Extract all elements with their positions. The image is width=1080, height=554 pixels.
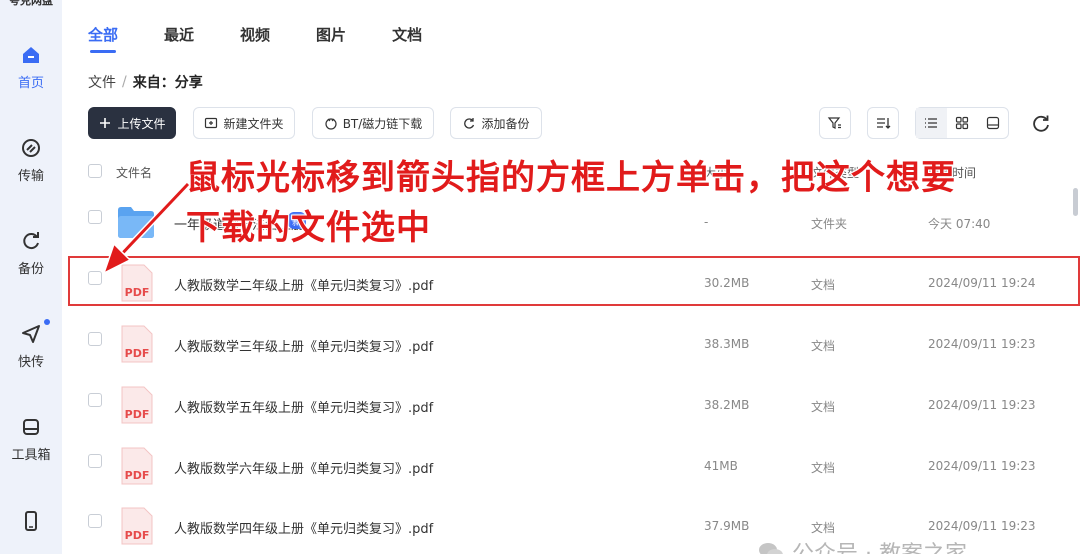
pdf-file-icon: PDF: [121, 386, 153, 424]
sidebar-item-home[interactable]: 首页: [0, 44, 62, 91]
plus-icon: [100, 118, 111, 128]
tab-document[interactable]: 文档: [392, 24, 422, 53]
pdf-file-icon: PDF: [121, 325, 153, 363]
sidebar-item-label: 首页: [17, 76, 44, 91]
file-type: 文档: [811, 521, 836, 535]
pdf-icon-label: PDF: [125, 408, 150, 421]
row-checkbox[interactable]: [88, 393, 102, 407]
file-name[interactable]: 人教版数学五年级上册《单元归类复习》.pdf: [174, 397, 433, 416]
breadcrumb: 文件 / 来自：分享: [88, 72, 203, 92]
sidebar-item-label: 工具箱: [11, 448, 51, 463]
list-icon: [925, 118, 938, 128]
tab-image[interactable]: 图片: [316, 24, 346, 53]
file-type: 文档: [811, 339, 836, 353]
instruction-annotation: 鼠标光标移到箭头指的方框上方单击，把这个想要 下载的文件选中: [185, 153, 1066, 253]
row-checkbox[interactable]: [88, 332, 102, 346]
home-icon: [23, 47, 39, 63]
watermark-text: 公众号 · 教案之家: [792, 536, 967, 554]
filter-icon: [827, 117, 841, 129]
folder-plus-icon: [205, 117, 218, 129]
file-name[interactable]: 人教版数学四年级上册《单元归类复习》.pdf: [174, 518, 433, 537]
grid-view-button[interactable]: [947, 108, 978, 138]
add-backup-button[interactable]: 添加备份: [450, 107, 542, 139]
breadcrumb-current: 来自：分享: [132, 75, 203, 91]
new-folder-button[interactable]: 新建文件夹: [193, 107, 295, 139]
file-name[interactable]: 人教版数学六年级上册《单元归类复习》.pdf: [174, 458, 433, 477]
sidebar-item-phone[interactable]: [0, 510, 62, 532]
sidebar-item-toolbox[interactable]: 工具箱: [0, 416, 62, 463]
select-all-checkbox[interactable]: [88, 164, 102, 178]
breadcrumb-root[interactable]: 文件: [88, 72, 116, 92]
view-mode-group: [915, 107, 1009, 139]
highlight-box: [68, 256, 1080, 306]
thumbnail-icon: [986, 116, 999, 130]
bt-download-button[interactable]: BT/磁力链下载: [312, 107, 434, 139]
app-title: 夸克网盘: [9, 0, 53, 7]
quick-send-icon: [22, 325, 40, 343]
table-row[interactable]: PDF 人教版数学三年级上册《单元归类复习》.pdf 38.3MB 文档 202…: [62, 314, 1072, 374]
table-row[interactable]: PDF 人教版数学六年级上册《单元归类复习》.pdf 41MB 文档 2024/…: [62, 436, 1072, 496]
pdf-icon-label: PDF: [125, 529, 150, 542]
file-time: 2024/09/11 19:23: [928, 398, 1036, 412]
notification-dot: [44, 319, 50, 325]
pdf-icon-label: PDF: [125, 347, 150, 360]
pdf-icon-label: PDF: [125, 469, 150, 482]
watermark: 公众号 · 教案之家: [758, 536, 967, 554]
sidebar-item-backup[interactable]: 备份: [0, 230, 62, 277]
list-view-button[interactable]: [916, 108, 947, 138]
file-size: 37.9MB: [704, 519, 750, 533]
file-name[interactable]: 人教版数学三年级上册《单元归类复习》.pdf: [174, 336, 433, 355]
file-type: 文档: [811, 461, 836, 475]
annotation-line-1: 鼠标光标移到箭头指的方框上方单击，把这个想要: [185, 157, 956, 199]
scrollbar[interactable]: [1073, 188, 1078, 216]
sidebar-item-transfer[interactable]: 传输: [0, 137, 62, 184]
magnet-icon: [325, 118, 337, 130]
grid-icon: [955, 116, 969, 130]
file-type: 文档: [811, 400, 836, 414]
filter-button[interactable]: [819, 107, 851, 139]
upload-button[interactable]: 上传文件: [88, 107, 176, 139]
sidebar-item-label: 备份: [17, 262, 44, 277]
sync-icon: [464, 118, 475, 129]
row-checkbox[interactable]: [88, 514, 102, 528]
tab-all[interactable]: 全部: [88, 24, 118, 53]
file-size: 38.2MB: [704, 398, 750, 412]
sidebar-item-quick-send[interactable]: 快传: [0, 319, 62, 370]
wechat-icon: [759, 543, 783, 554]
red-arrow-icon: [102, 181, 191, 275]
file-time: 2024/09/11 19:23: [928, 337, 1036, 351]
file-time: 2024/09/11 19:23: [928, 459, 1036, 473]
annotation-line-2: 下载的文件选中: [185, 207, 431, 249]
pdf-file-icon: PDF: [121, 447, 153, 485]
category-tabs: 全部 最近 视频 图片 文档: [88, 24, 468, 53]
large-view-button[interactable]: [977, 108, 1008, 138]
file-size: 38.3MB: [704, 337, 750, 351]
tab-video[interactable]: 视频: [240, 24, 270, 53]
sidebar-item-label: 快传: [17, 355, 44, 370]
sidebar: 夸克网盘 首页 传输 备份 快传 工具箱: [0, 0, 62, 554]
pdf-file-icon: PDF: [121, 507, 153, 545]
sort-icon: [877, 118, 891, 129]
phone-icon: [25, 511, 37, 531]
file-time: 2024/09/11 19:23: [928, 519, 1036, 533]
toolbox-icon: [23, 419, 39, 435]
refresh-icon[interactable]: [1030, 112, 1052, 134]
row-checkbox[interactable]: [88, 454, 102, 468]
breadcrumb-separator: /: [122, 74, 127, 90]
new-folder-button-label: 新建文件夹: [223, 116, 284, 131]
bt-download-button-label: BT/磁力链下载: [342, 116, 423, 131]
sidebar-item-label: 传输: [17, 169, 44, 184]
add-backup-button-label: 添加备份: [481, 116, 530, 131]
file-size: 41MB: [704, 459, 738, 473]
backup-icon: [23, 232, 39, 250]
sort-button[interactable]: [867, 107, 899, 139]
tab-recent[interactable]: 最近: [164, 24, 194, 53]
table-row[interactable]: PDF 人教版数学五年级上册《单元归类复习》.pdf 38.2MB 文档 202…: [62, 375, 1072, 435]
transfer-icon: [22, 139, 40, 157]
upload-button-label: 上传文件: [117, 116, 166, 131]
